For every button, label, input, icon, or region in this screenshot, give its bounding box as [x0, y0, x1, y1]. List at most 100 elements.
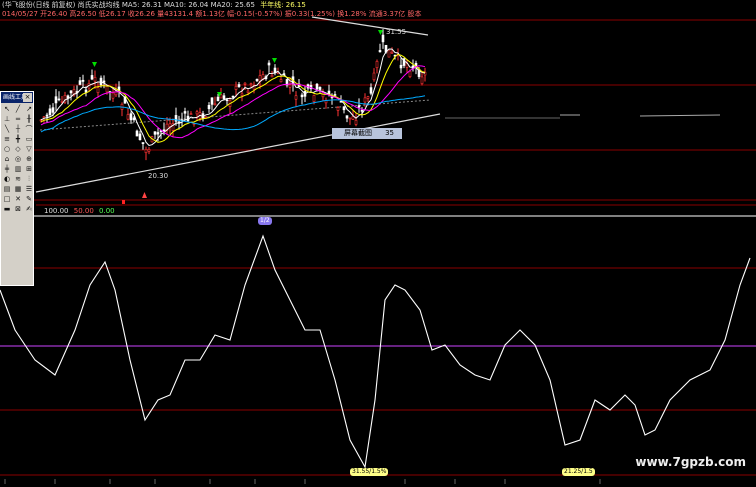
candle-body: [348, 117, 352, 120]
candle-body: [312, 95, 316, 102]
candle-body: [237, 84, 241, 87]
toolbox-tool-button[interactable]: ▤: [2, 185, 12, 194]
toolbox-tool-button[interactable]: ○: [2, 145, 12, 154]
toolbox-tool-button[interactable]: ☰: [24, 185, 34, 194]
candle-body: [60, 101, 64, 103]
toolbox-tool-button[interactable]: ▭: [24, 135, 34, 144]
candle-body: [42, 116, 46, 119]
toolbox-tool-button[interactable]: ⌂: [2, 155, 12, 164]
toolbox-tool-button[interactable]: ↖: [2, 105, 12, 114]
candle-body: [126, 114, 130, 120]
toolbox-tool-button[interactable]: ◇: [13, 145, 23, 154]
candle-body: [45, 114, 49, 117]
candle-body: [90, 75, 94, 80]
candle-body: [195, 111, 199, 115]
candle-body: [333, 94, 337, 96]
toolbox-tool-button[interactable]: ✎: [24, 195, 34, 204]
candle-body: [315, 83, 319, 90]
screenshot-popup[interactable]: 屏幕截图 35: [332, 128, 402, 139]
candle-body: [129, 113, 133, 121]
candle-body: [96, 87, 100, 93]
toolbox-title-bar[interactable]: 画线工具 ×: [1, 92, 33, 103]
candle-body: [246, 90, 250, 93]
drawing-toolbox[interactable]: 画线工具 × ↖ ╱ ↗ ⊥ ═ ╫ ╲ ┼ ⌒ ≡ ╋ ▭ ○ ◇ ▽ ⌂ ◎ ⊕ ╪ ▥ ⊞ ◐ ≋ ⫶ ▤ ▦ ☰ □ ✕ ✎ ▬ ⊠ ✍: [0, 91, 34, 286]
candle-body: [54, 96, 58, 104]
candle-body: [222, 95, 226, 100]
candle-body: [267, 62, 271, 66]
toolbox-tool-button[interactable]: ╫: [24, 115, 34, 124]
candle-body: [207, 104, 211, 110]
candle-body: [354, 119, 358, 125]
candle-body: [135, 130, 139, 137]
low-price-label: 20.30: [148, 172, 169, 180]
candle-body: [147, 148, 151, 152]
candlesticks: [39, 29, 427, 161]
toolbox-tool-button[interactable]: ⊠: [13, 205, 23, 214]
candle-body: [288, 84, 292, 88]
toolbox-tool-button[interactable]: ╋: [13, 135, 23, 144]
toolbox-tool-button[interactable]: ↗: [24, 105, 34, 114]
candle-body: [270, 74, 274, 78]
candle-body: [234, 86, 238, 90]
candle-body: [183, 111, 187, 114]
toolbox-tool-button[interactable]: ◎: [13, 155, 23, 164]
watermark: www.7gpzb.com: [635, 455, 746, 469]
indicator-header: 100.00 50.00 0.00: [44, 207, 115, 215]
toolbox-tool-button[interactable]: ✕: [13, 195, 23, 204]
candle-body: [102, 80, 106, 83]
toolbox-tool-button[interactable]: ≡: [2, 135, 12, 144]
candle-body: [51, 107, 55, 113]
toolbox-tool-button[interactable]: ═: [13, 115, 23, 124]
toolbox-tool-button[interactable]: ✍: [24, 205, 34, 214]
candle-body: [294, 95, 298, 100]
chart-canvas[interactable]: [0, 0, 756, 487]
toolbox-tool-button[interactable]: ≋: [13, 175, 23, 184]
toolbox-tool-button[interactable]: ⌒: [24, 125, 34, 134]
toolbox-tool-button[interactable]: ╪: [2, 165, 12, 174]
candle-body: [369, 87, 373, 94]
candle-body: [375, 61, 379, 68]
toolbox-tool-button[interactable]: ⫶: [24, 175, 34, 184]
toolbox-tool-button[interactable]: ◐: [2, 175, 12, 184]
candle-body: [363, 97, 367, 103]
close-icon[interactable]: ×: [23, 93, 32, 102]
candle-body: [408, 70, 412, 78]
toolbox-tool-button[interactable]: ⊕: [24, 155, 34, 164]
toolbox-tool-button[interactable]: ▥: [13, 165, 23, 174]
candle-body: [132, 117, 136, 121]
toolbox-tool-button[interactable]: ╲: [2, 125, 12, 134]
candle-body: [48, 108, 52, 116]
oscillator-line: [0, 234, 751, 469]
toolbox-tool-grid: ↖ ╱ ↗ ⊥ ═ ╫ ╲ ┼ ⌒ ≡ ╋ ▭ ○ ◇ ▽ ⌂ ◎ ⊕ ╪ ▥ ⊞ ◐ ≋ ⫶ ▤ ▦ ☰ □ ✕ ✎ ▬ ⊠ ✍: [1, 103, 33, 216]
toolbox-tool-button[interactable]: □: [2, 195, 12, 204]
indicator-trough-tag: 21.25/1.5: [562, 468, 595, 476]
candle-body: [69, 90, 73, 94]
candle-body: [225, 99, 229, 102]
toolbox-tool-button[interactable]: ▽: [24, 145, 34, 154]
ma-long-line: [40, 95, 426, 133]
candle-body: [93, 77, 97, 82]
candle-body: [99, 77, 103, 86]
candle-body: [114, 90, 118, 96]
candle-body: [138, 133, 142, 141]
toolbox-tool-button[interactable]: ▬: [2, 205, 12, 214]
toolbox-tool-button[interactable]: ╱: [13, 105, 23, 114]
tail-ticks: [445, 114, 721, 119]
candle-body: [216, 96, 220, 102]
candle-body: [366, 96, 370, 99]
toolbox-tool-button[interactable]: ⊥: [2, 115, 12, 124]
candle-body: [342, 106, 346, 111]
candle-body: [387, 49, 391, 58]
candle-body: [210, 97, 214, 105]
candle-body: [156, 132, 160, 135]
toolbox-tool-button[interactable]: ⊞: [24, 165, 34, 174]
toolbox-tool-button[interactable]: ┼: [13, 125, 23, 134]
candle-body: [300, 94, 304, 98]
candle-body: [240, 93, 244, 96]
candle-body: [372, 72, 376, 81]
candle-body: [336, 107, 340, 111]
candle-body: [249, 83, 253, 85]
x-axis-ticks: [4, 479, 601, 484]
toolbox-tool-button[interactable]: ▦: [13, 185, 23, 194]
candle-body: [57, 98, 61, 101]
